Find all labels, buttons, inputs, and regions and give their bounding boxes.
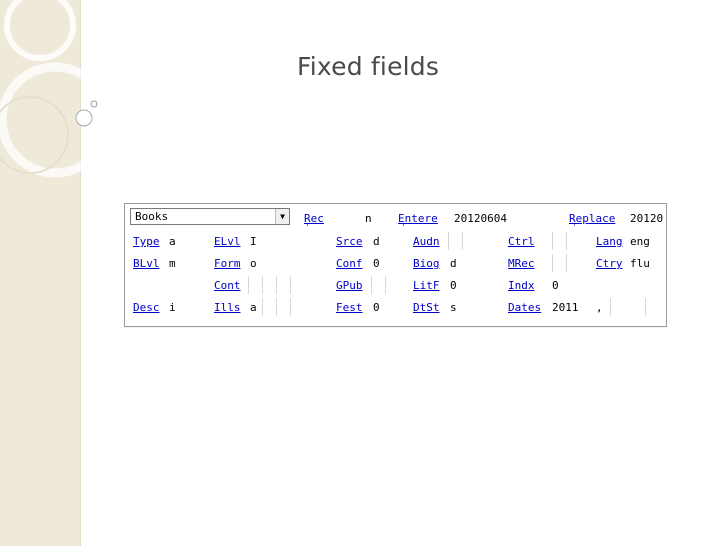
field-label-fest[interactable]: Fest <box>336 301 363 314</box>
field-value-blvl[interactable]: m <box>169 257 176 270</box>
field-input-cont-3[interactable] <box>276 276 291 294</box>
field-label-type[interactable]: Type <box>133 235 160 248</box>
field-input-gpub[interactable] <box>371 276 386 294</box>
field-label-srce[interactable]: Srce <box>336 235 363 248</box>
field-label-conf[interactable]: Conf <box>336 257 363 270</box>
truncated-label-mark: ' <box>401 223 406 232</box>
field-label-biog[interactable]: Biog <box>413 257 440 270</box>
field-input-mrec[interactable] <box>552 254 567 272</box>
field-value-ills[interactable]: a <box>250 301 257 314</box>
field-label-lang[interactable]: Lang <box>596 235 623 248</box>
field-value-elvl[interactable]: I <box>250 235 257 248</box>
field-label-ctrl[interactable]: Ctrl <box>508 235 535 248</box>
field-value-conf[interactable]: 0 <box>373 257 380 270</box>
field-label-cont[interactable]: Cont <box>214 279 241 292</box>
field-value-indx[interactable]: 0 <box>552 279 559 292</box>
field-value-srce[interactable]: d <box>373 235 380 248</box>
field-input-audn[interactable] <box>448 232 463 250</box>
field-value-type[interactable]: a <box>169 235 176 248</box>
chevron-down-icon[interactable]: ▼ <box>275 209 289 224</box>
field-label-elvl[interactable]: ELvl <box>214 235 241 248</box>
field-value-litf[interactable]: 0 <box>450 279 457 292</box>
field-value-dates[interactable]: 2011 <box>552 301 579 314</box>
field-label-desc[interactable]: Desc <box>133 301 160 314</box>
field-label-ctry[interactable]: Ctry <box>596 257 623 270</box>
truncated-label-mark: ' <box>572 223 577 232</box>
field-label-mrec[interactable]: MRec <box>508 257 535 270</box>
field-label-litf[interactable]: LitF <box>413 279 440 292</box>
field-input-cont-1[interactable] <box>248 276 263 294</box>
field-label-gpub[interactable]: GPub <box>336 279 363 292</box>
field-label-blvl[interactable]: BLvl <box>133 257 160 270</box>
decorative-rings <box>0 0 112 178</box>
slide-title: Fixed fields <box>297 52 440 81</box>
field-label-audn[interactable]: Audn <box>413 235 440 248</box>
format-select-value: Books <box>135 210 169 223</box>
field-value-dtst[interactable]: s <box>450 301 457 314</box>
field-input-ills-3[interactable] <box>276 298 291 316</box>
field-value-entered: 20120604 <box>454 212 507 225</box>
field-input-date2[interactable] <box>610 298 646 316</box>
field-input-cont-2[interactable] <box>262 276 277 294</box>
dates-separator: , <box>596 301 603 314</box>
field-label-dtst[interactable]: DtSt <box>413 301 440 314</box>
fixed-fields-editor: Books ▼ Rec ' n Entere ' 20120604 Replac… <box>124 203 667 327</box>
field-value-ctry[interactable]: flu <box>630 257 650 270</box>
field-value-fest[interactable]: 0 <box>373 301 380 314</box>
field-label-form[interactable]: Form <box>214 257 241 270</box>
truncated-label-mark: ' <box>305 223 310 232</box>
field-value-lang[interactable]: eng <box>630 235 650 248</box>
field-value-desc[interactable]: i <box>169 301 176 314</box>
field-value-replaced: 20120 <box>630 212 664 225</box>
field-label-dates[interactable]: Dates <box>508 301 541 314</box>
field-label-indx[interactable]: Indx <box>508 279 535 292</box>
field-label-ills[interactable]: Ills <box>214 301 241 314</box>
field-value-form[interactable]: o <box>250 257 257 270</box>
field-value-rec: n <box>365 212 372 225</box>
field-value-biog[interactable]: d <box>450 257 457 270</box>
field-input-ills-2[interactable] <box>262 298 277 316</box>
field-input-ctrl[interactable] <box>552 232 567 250</box>
format-select[interactable]: Books ▼ <box>130 208 290 225</box>
